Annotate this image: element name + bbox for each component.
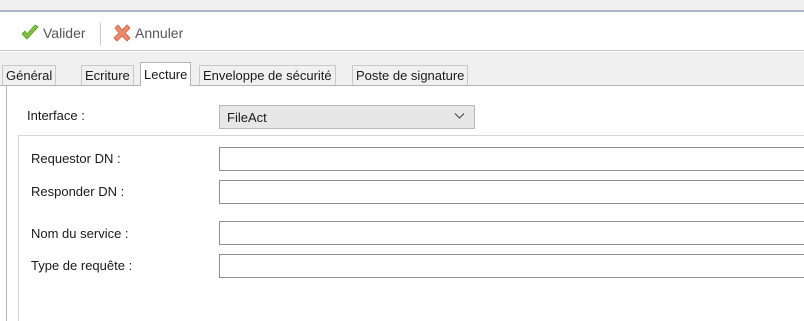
tab-lecture[interactable]: Lecture xyxy=(140,62,192,86)
responder-dn-label: Responder DN : xyxy=(31,184,125,199)
checkmark-icon xyxy=(21,24,39,40)
window-top-strip xyxy=(0,0,804,12)
responder-dn-field[interactable] xyxy=(219,180,804,204)
tab-bar: Général Ecriture Lecture Enveloppe de sé… xyxy=(0,52,804,86)
requestor-dn-label: Requestor DN : xyxy=(31,151,121,166)
request-type-label: Type de requête : xyxy=(31,258,133,273)
requestor-dn-field[interactable] xyxy=(219,147,804,171)
toolbar-separator xyxy=(100,23,101,45)
validate-button-label: Valider xyxy=(43,25,86,41)
cancel-x-icon xyxy=(113,24,131,42)
interface-select[interactable]: FileAct xyxy=(219,105,475,129)
tab-general[interactable]: Général xyxy=(2,65,57,85)
service-name-field[interactable] xyxy=(219,221,804,245)
tab-enveloppe-securite[interactable]: Enveloppe de sécurité xyxy=(199,65,336,85)
cancel-button-label: Annuler xyxy=(135,25,184,41)
interface-select-value: FileAct xyxy=(227,110,267,125)
tab-ecriture[interactable]: Ecriture xyxy=(81,65,134,85)
validate-button[interactable]: Valider xyxy=(20,22,86,44)
interface-label: Interface : xyxy=(27,108,85,123)
chevron-down-icon xyxy=(454,113,465,119)
toolbar: Valider Annuler xyxy=(0,14,804,51)
tab-poste-signature[interactable]: Poste de signature xyxy=(352,65,469,85)
tab-content-lecture: Interface : FileAct Requestor DN : Respo… xyxy=(6,86,804,321)
cancel-button[interactable]: Annuler xyxy=(112,22,183,44)
service-name-label: Nom du service : xyxy=(31,226,129,241)
request-type-field[interactable] xyxy=(219,254,804,278)
